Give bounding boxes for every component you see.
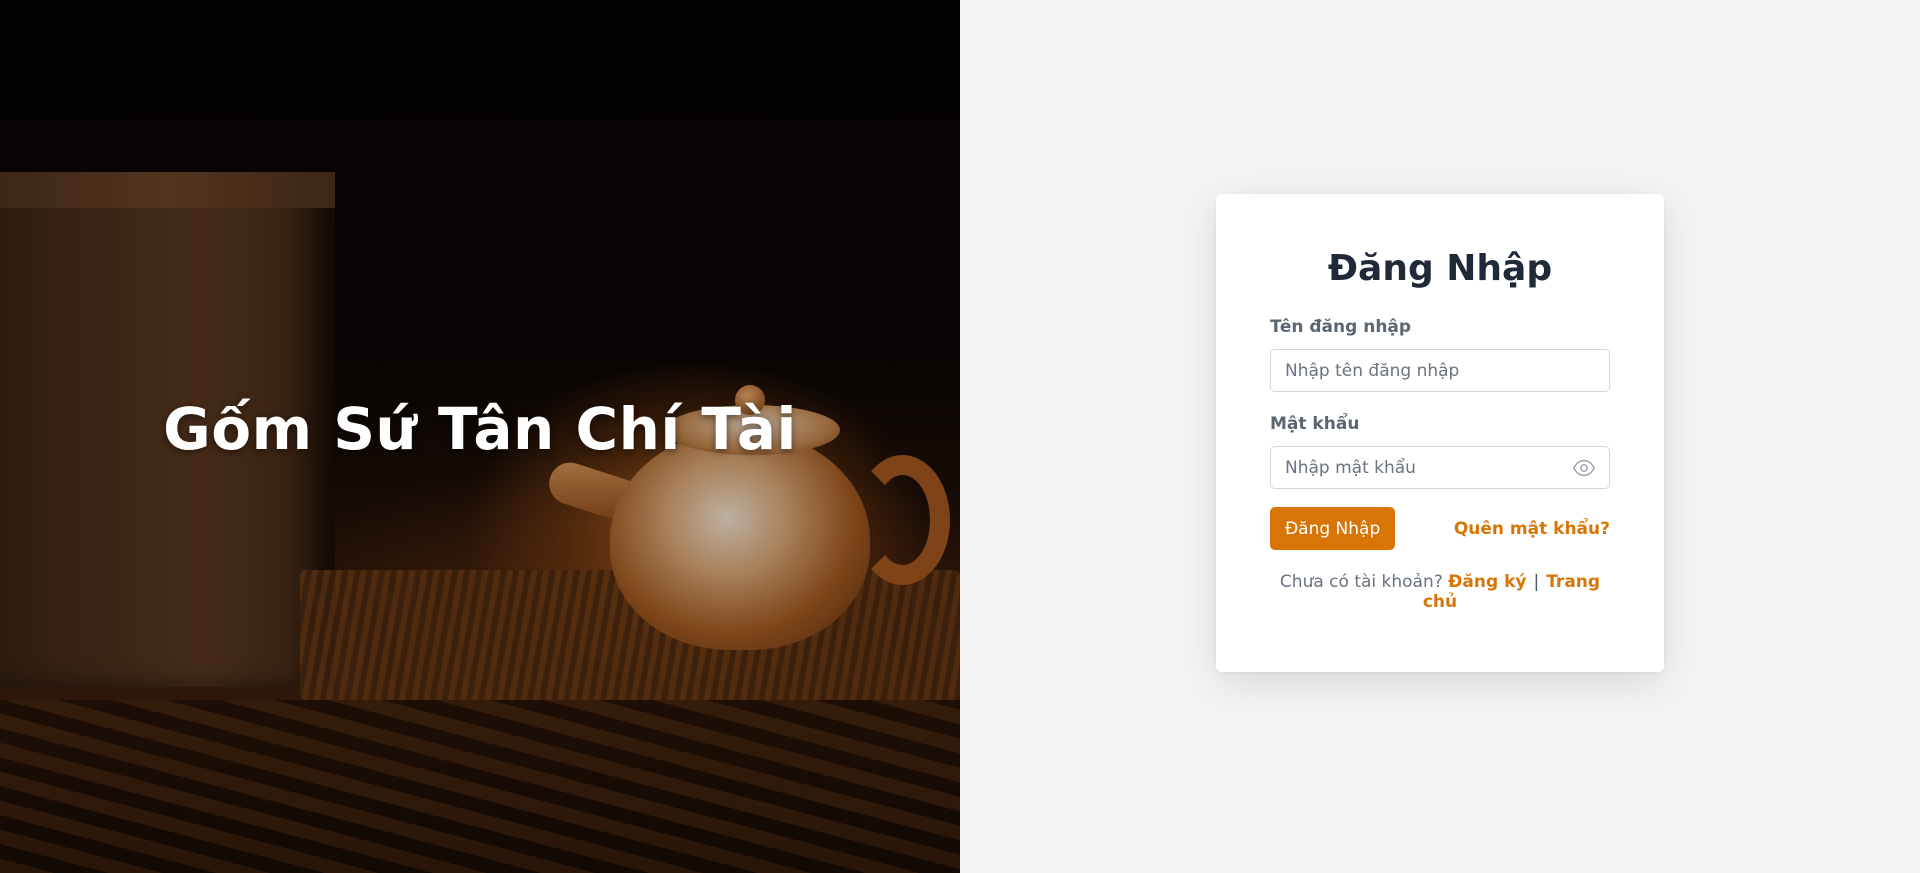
hero-panel: Gốm Sứ Tân Chí Tài — [0, 0, 960, 873]
register-prompt: Chưa có tài khoản? Đăng ký | Trang chủ — [1270, 572, 1610, 612]
login-button[interactable]: Đăng Nhập — [1270, 507, 1396, 550]
username-input[interactable] — [1271, 350, 1609, 391]
action-row: Đăng Nhập Quên mật khẩu? — [1270, 507, 1610, 550]
forgot-password-link[interactable]: Quên mật khẩu? — [1454, 519, 1610, 539]
password-label: Mật khẩu — [1270, 414, 1360, 434]
eye-icon[interactable] — [1573, 458, 1595, 478]
login-card: Đăng Nhập Tên đăng nhập Mật khẩu Đăng Nh… — [1216, 194, 1664, 672]
link-separator: | — [1533, 572, 1540, 592]
username-field-wrapper — [1270, 349, 1610, 392]
hero-title: Gốm Sứ Tân Chí Tài — [163, 395, 797, 463]
no-account-text: Chưa có tài khoản? — [1279, 572, 1443, 592]
password-input[interactable] — [1271, 447, 1609, 488]
username-label: Tên đăng nhập — [1270, 317, 1412, 337]
register-link[interactable]: Đăng ký — [1448, 572, 1526, 592]
password-field-wrapper — [1270, 446, 1610, 489]
login-title: Đăng Nhập — [1327, 248, 1553, 289]
